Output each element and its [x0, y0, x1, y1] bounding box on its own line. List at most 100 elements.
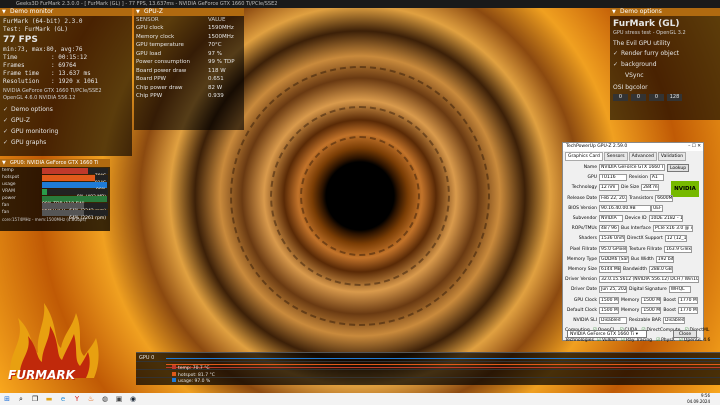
sensor-name: Power consumption — [136, 59, 190, 65]
gpuz-inline-label: Die Size — [621, 185, 640, 191]
gpuz-field-value: 90.16.40.00.9B — [599, 204, 651, 212]
gpuz-field-value: 192 bit — [655, 255, 674, 263]
yandex-browser-icon[interactable]: Y — [70, 393, 84, 405]
gpuz-field-value: GDDR6 (Samsung) — [599, 255, 629, 263]
gpuz-tab[interactable]: Advanced — [628, 152, 657, 161]
stat-row: Time: 00:15:12 — [3, 54, 129, 62]
gpuz-field-value: PCIe x16 3.0 @ x16 3.0 — [652, 225, 693, 233]
gpu-bar-row: power 99% TDP (118.5W) · PPW:0.651 — [2, 196, 108, 213]
vsync-checkbox[interactable]: VSync — [613, 70, 717, 81]
gpuz-inline-label: Revision — [629, 175, 648, 181]
window-title-bar: Geeks3D FurMark 2.3.0.0 - [ FurMark (GL)… — [0, 0, 720, 8]
gpuz-inline-label: Digital Signature — [629, 287, 667, 293]
file-explorer-icon[interactable]: ▬ — [42, 393, 56, 405]
sensor-name: Board power draw — [136, 67, 187, 74]
osi-value-field[interactable]: 0 — [649, 94, 664, 101]
sensor-value: 1590MHz — [207, 25, 234, 31]
gpuz-field-row: Memory Size6144 MBBandwidth288.0 GB/s — [565, 265, 701, 274]
checkmark-icon: ✓ — [3, 117, 9, 124]
gpuz-field-value: 1536 Unified — [599, 235, 625, 243]
gpuz-field-value: Feb 22, 2019 — [599, 194, 627, 202]
gpu-bar-track: 99% TDP (118.5W) · PPW:0.651 — [42, 196, 108, 213]
gpuz-inline-label: DirectX Support — [627, 236, 663, 242]
osi-value-field[interactable]: 128 — [667, 94, 682, 101]
gpu-bar-label: VRAM — [2, 189, 15, 194]
demo-monitor-header[interactable]: Demo monitor — [0, 8, 132, 16]
gpuz-field-row: ROPs/TMUs 48 / 96 Bus Interface PCIe x16 3.… — [565, 224, 701, 233]
legend-label: temp: 70.7 °C — [178, 366, 210, 371]
edge-icon[interactable]: e — [56, 393, 70, 405]
osi-value-field[interactable]: 0 — [613, 94, 628, 101]
gpuz-field-label: Memory Size — [568, 267, 597, 272]
gpuz-field-value: 48 / 96 — [599, 225, 619, 233]
osi-value-field[interactable]: 0 — [631, 94, 646, 101]
gpuz-field-value: 1500 MHz — [599, 296, 619, 304]
gpuz-titlebar[interactable]: TechPowerUp GPU-Z 2.59.0 – ☐ ✕ — [563, 143, 703, 151]
furmark-app-icon[interactable]: ♨ — [84, 393, 98, 405]
gpuz-tabbar: Graphics Card Sensors Advanced Validation — [563, 151, 703, 162]
render-option-label: background — [621, 61, 657, 68]
task-view-icon[interactable]: ❐ — [28, 393, 42, 405]
gpuz-field-label: Pixel Fillrate — [570, 246, 597, 252]
gpuz-tab[interactable]: Validation — [657, 152, 687, 161]
gpu-bar-row: fan 64% (2261 rpm) — [2, 210, 108, 221]
sensor-row: Chip power draw 82 W — [134, 84, 244, 93]
stat-row: Resolution: 1920 x 1061 — [3, 78, 129, 86]
sensor-name: Chip PPW — [136, 93, 163, 99]
gpuz-field-label: NVIDIA SLI — [573, 318, 597, 323]
gpuz-field-label: Driver Version — [565, 277, 597, 283]
gpuz-field-value: 1500 MHz — [599, 306, 619, 314]
gpu-monitoring-header[interactable]: GPU0: NVIDIA GeForce GTX 1660 Ti — [0, 159, 110, 167]
sensor-name: Board PPW — [136, 76, 166, 82]
gpuz-sensor-table: SENSOR VALUE GPU clock 1590MHz Memory cloc… — [134, 16, 244, 101]
system-clock[interactable]: 9:56 04.09.2024 — [687, 393, 710, 405]
gpu-bar-label: usage — [2, 182, 16, 187]
demo-checkbox[interactable]: ✓ GPU graphs — [3, 137, 129, 148]
search-icon[interactable]: ⌕ — [14, 393, 28, 405]
gpuz-field-label: Name — [583, 165, 597, 170]
steam-icon[interactable]: ◉ — [126, 393, 140, 405]
close-button[interactable]: Close — [673, 330, 697, 338]
gpuz-field-value: 12 (12_1) — [664, 235, 687, 243]
gpuz-field-row: Technology12 nmDie Size284 mm² — [565, 183, 701, 192]
window-controls[interactable]: – ☐ ✕ — [688, 143, 701, 151]
demo-checkbox[interactable]: ✓ GPU-Z — [3, 115, 129, 126]
sensor-row: Memory clock 1500MHz — [134, 33, 244, 42]
demo-checkbox[interactable]: ✓ Demo options — [3, 104, 129, 115]
gpuz-field-label: Default Clock — [566, 307, 597, 313]
sensor-value: 118 W — [207, 67, 226, 74]
taskbar: ⊞ ⌕ ❐ ▬ e Y ♨ ◍ ▣ ◉ 9:56 04.09.2024 — [0, 393, 720, 405]
render-option-checkbox[interactable]: ✓ Render furry object — [613, 48, 717, 59]
gpuz-app-icon[interactable]: ▣ — [112, 393, 126, 405]
gpuz-field-row: SubvendorNVIDIADevice ID10DE 2182 - 10DE… — [565, 214, 701, 223]
lookup-button[interactable]: Lookup — [667, 163, 689, 172]
gpuz-tab[interactable]: Sensors — [603, 152, 628, 161]
app-icon[interactable]: ◍ — [98, 393, 112, 405]
gpuz-field-row: GPU Clock1500 MHzMemory1500 MHzBoost1770… — [565, 296, 701, 305]
gpuz-field-row: NVIDIA SLI Disabled Resizable BAR Disabled — [565, 316, 701, 325]
gpuz-inline-label: Boost — [663, 297, 677, 303]
gpuz-field-value: 1770 MHz — [678, 306, 699, 314]
gpuz-overlay-header[interactable]: GPU-Z — [134, 8, 244, 16]
gpuz-field-value: Disabled — [599, 317, 627, 324]
osi-bgcolor-inputs: 0 0 0 128 — [613, 94, 717, 101]
gpuz-field-value: Jun 25, 2024 — [599, 286, 627, 294]
demo-checkbox[interactable]: ✓ GPU monitoring — [3, 126, 129, 137]
demo-options-header[interactable]: Demo options — [610, 8, 720, 16]
fps-minmax: min:73, max:80, avg:76 — [3, 46, 83, 53]
gpu-bar-row: VRAM 8% (483 MB) — [2, 189, 108, 200]
gpu-bar-row: usage 98% — [2, 182, 108, 193]
usage-line — [166, 358, 720, 359]
start-icon[interactable]: ⊞ — [0, 393, 14, 405]
gpuz-title: TechPowerUp GPU-Z 2.59.0 — [566, 144, 628, 149]
gpu-select-dropdown[interactable]: NVIDIA GeForce GTX 1660 Ti ▾ — [567, 330, 647, 338]
sensor-value: 70°C — [207, 42, 222, 48]
sensor-name: GPU clock — [136, 25, 164, 31]
render-option-checkbox[interactable]: ✓ background — [613, 59, 717, 70]
gpu-bar-row: fan 64% (2242 rpm) — [2, 203, 108, 214]
sensor-row: GPU load 97 % — [134, 50, 244, 59]
gpuz-field-value: UEFI — [651, 204, 663, 212]
gpuz-tab[interactable]: Graphics Card — [565, 152, 603, 161]
sensor-column-header: SENSOR — [136, 17, 159, 23]
gpuz-field-label: Subvendor — [572, 216, 597, 221]
